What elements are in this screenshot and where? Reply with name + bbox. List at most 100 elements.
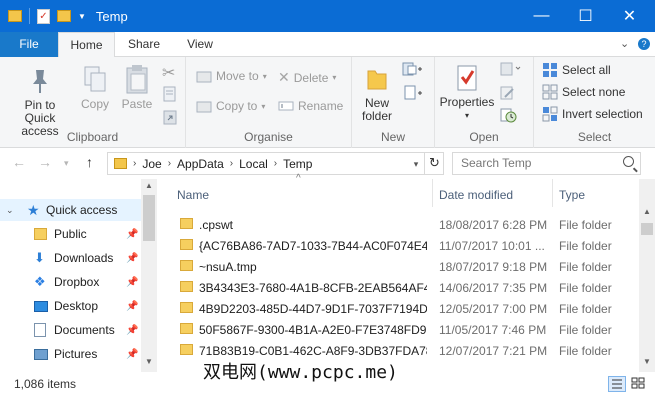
- tab-view[interactable]: View: [176, 32, 224, 57]
- pin-icon: 📌: [126, 252, 139, 264]
- chevron-down-icon[interactable]: ⌄: [620, 37, 629, 50]
- new-folder-icon[interactable]: [57, 10, 71, 22]
- tab-file[interactable]: File: [0, 32, 58, 57]
- file-list-scrollbar-thumb[interactable]: [641, 223, 653, 235]
- column-divider[interactable]: [432, 179, 433, 207]
- sidebar-item-quick-access[interactable]: ⌄ ★ Quick access: [0, 199, 141, 221]
- customize-toolbar-dropdown-icon[interactable]: ▼: [78, 12, 86, 21]
- sidebar-item-label: Pictures: [54, 347, 98, 361]
- sort-ascending-icon: ^: [296, 173, 301, 184]
- properties-check-icon[interactable]: ✓: [37, 8, 50, 24]
- delete-icon: ✕: [278, 69, 290, 85]
- large-icons-view-icon[interactable]: [630, 376, 648, 392]
- file-date: 18/07/2017 9:18 PM: [439, 259, 548, 274]
- minimize-button[interactable]: —: [519, 0, 564, 32]
- file-name: 71B83B19-C0B1-462C-A8F9-3DB37FDA78...: [199, 343, 427, 358]
- open-icon[interactable]: [499, 61, 523, 77]
- close-button[interactable]: ✕: [607, 0, 652, 32]
- address-dropdown-icon[interactable]: ▾: [408, 154, 424, 174]
- sidebar-item-desktop[interactable]: Desktop 📌: [0, 295, 141, 317]
- table-row[interactable]: 3B4343E3-7680-4A1B-8CFB-2EAB564AF411 14/…: [173, 277, 639, 298]
- file-type: File folder: [559, 217, 612, 232]
- breadcrumb-joe[interactable]: Joe: [142, 157, 161, 171]
- sidebar-item-dropbox[interactable]: ❖ Dropbox 📌: [0, 271, 141, 293]
- pin-icon: 📌: [126, 228, 139, 240]
- copy-path-icon[interactable]: [162, 86, 178, 102]
- new-folder-button[interactable]: New folder: [356, 65, 398, 123]
- folder-icon: [180, 344, 193, 355]
- title-bar: ✓ ▼ Temp — ☐ ✕: [0, 0, 655, 32]
- address-bar[interactable]: › Joe › AppData › Local › Temp ▾ ↻: [107, 152, 444, 175]
- column-divider[interactable]: [552, 179, 553, 207]
- organise-group-label: Organise: [244, 130, 293, 144]
- folder-icon: [34, 228, 47, 240]
- pin-to-quick-access-button[interactable]: Pin to Quick access: [4, 67, 76, 138]
- breadcrumb-appdata[interactable]: AppData: [177, 157, 224, 171]
- scroll-down-icon[interactable]: ▼: [145, 357, 153, 366]
- back-arrow-icon[interactable]: ←: [12, 154, 26, 170]
- copy-icon: [84, 66, 106, 92]
- sidebar-item-pictures[interactable]: Pictures 📌: [0, 343, 141, 365]
- sidebar-item-label: Quick access: [46, 203, 118, 217]
- table-row[interactable]: ~nsuA.tmp 18/07/2017 9:18 PM File folder: [173, 256, 639, 277]
- nav-scrollbar-thumb[interactable]: [143, 195, 155, 241]
- pin-icon: 📌: [126, 324, 139, 336]
- nav-scrollbar[interactable]: ▲ ▼: [141, 179, 157, 372]
- folder-icon: [114, 158, 127, 169]
- breadcrumb-local[interactable]: Local: [239, 157, 268, 171]
- column-header-type[interactable]: Type: [559, 188, 585, 202]
- select-none-icon: [542, 84, 558, 100]
- maximize-button[interactable]: ☐: [563, 0, 608, 32]
- cut-icon[interactable]: ✂: [162, 63, 175, 83]
- column-header-date-modified[interactable]: Date modified: [439, 188, 513, 202]
- refresh-icon[interactable]: ↻: [424, 152, 444, 175]
- paste-button[interactable]: Paste: [118, 63, 156, 111]
- scroll-up-icon[interactable]: ▲: [145, 181, 153, 190]
- move-to-button[interactable]: Move to ▾: [196, 69, 267, 83]
- help-icon[interactable]: ?: [638, 38, 650, 50]
- column-header-name[interactable]: Name: [177, 188, 209, 202]
- tab-share[interactable]: Share: [118, 32, 170, 57]
- breadcrumb-temp[interactable]: Temp: [283, 157, 312, 171]
- folder-icon: [180, 302, 193, 313]
- table-row[interactable]: 4B9D2203-485D-44D7-9D1F-7037F7194D67 12/…: [173, 298, 639, 319]
- details-view-icon[interactable]: [608, 376, 626, 392]
- sidebar-item-public[interactable]: Public 📌: [0, 223, 141, 245]
- file-list-scrollbar[interactable]: ▲ ▼: [639, 179, 655, 372]
- edit-icon[interactable]: [499, 85, 517, 101]
- new-item-icon[interactable]: [402, 61, 424, 77]
- up-arrow-icon[interactable]: ↑: [86, 154, 93, 170]
- folder-icon: [8, 10, 22, 22]
- file-name: {AC76BA86-7AD7-1033-7B44-AC0F074E4...: [199, 238, 427, 253]
- copy-button[interactable]: Copy: [78, 65, 112, 111]
- copy-to-button[interactable]: Copy to ▾: [196, 99, 265, 113]
- recent-locations-chevron-icon[interactable]: ▾: [64, 158, 69, 169]
- table-row[interactable]: 50F5867F-9300-4B1A-A2E0-F7E3748FD9FB 11/…: [173, 319, 639, 340]
- invert-selection-button[interactable]: Invert selection: [542, 106, 643, 122]
- file-date: 11/05/2017 7:46 PM: [439, 322, 547, 337]
- tab-home[interactable]: Home: [58, 32, 115, 58]
- select-all-button[interactable]: Select all: [542, 62, 611, 78]
- new-group-label: New: [380, 130, 405, 144]
- folder-icon: [180, 218, 193, 229]
- scroll-down-icon[interactable]: ▼: [643, 357, 651, 366]
- sidebar-item-documents[interactable]: Documents 📌: [0, 319, 141, 341]
- search-input[interactable]: Search Temp: [452, 152, 641, 175]
- file-name: .cpswt: [199, 217, 234, 232]
- chevron-down-icon[interactable]: ⌄: [6, 205, 14, 216]
- properties-button[interactable]: Properties ▾: [437, 63, 497, 122]
- select-none-button[interactable]: Select none: [542, 84, 625, 100]
- forward-arrow-icon[interactable]: →: [38, 154, 52, 170]
- properties-dropdown-icon[interactable]: ▾: [437, 109, 497, 122]
- history-icon[interactable]: [499, 107, 517, 123]
- paste-shortcut-icon[interactable]: [162, 109, 178, 125]
- easy-access-icon[interactable]: [402, 85, 424, 101]
- pictures-icon: [34, 348, 48, 360]
- delete-button[interactable]: ✕ Delete ▾: [278, 69, 336, 86]
- table-row[interactable]: {AC76BA86-7AD7-1033-7B44-AC0F074E4... 11…: [173, 235, 639, 256]
- table-row[interactable]: .cpswt 18/08/2017 6:28 PM File folder: [173, 214, 639, 235]
- sidebar-item-downloads[interactable]: ⬇ Downloads 📌: [0, 247, 141, 269]
- rename-button[interactable]: Rename: [278, 99, 343, 113]
- chevron-right-icon: ›: [273, 158, 278, 169]
- scroll-up-icon[interactable]: ▲: [643, 207, 651, 216]
